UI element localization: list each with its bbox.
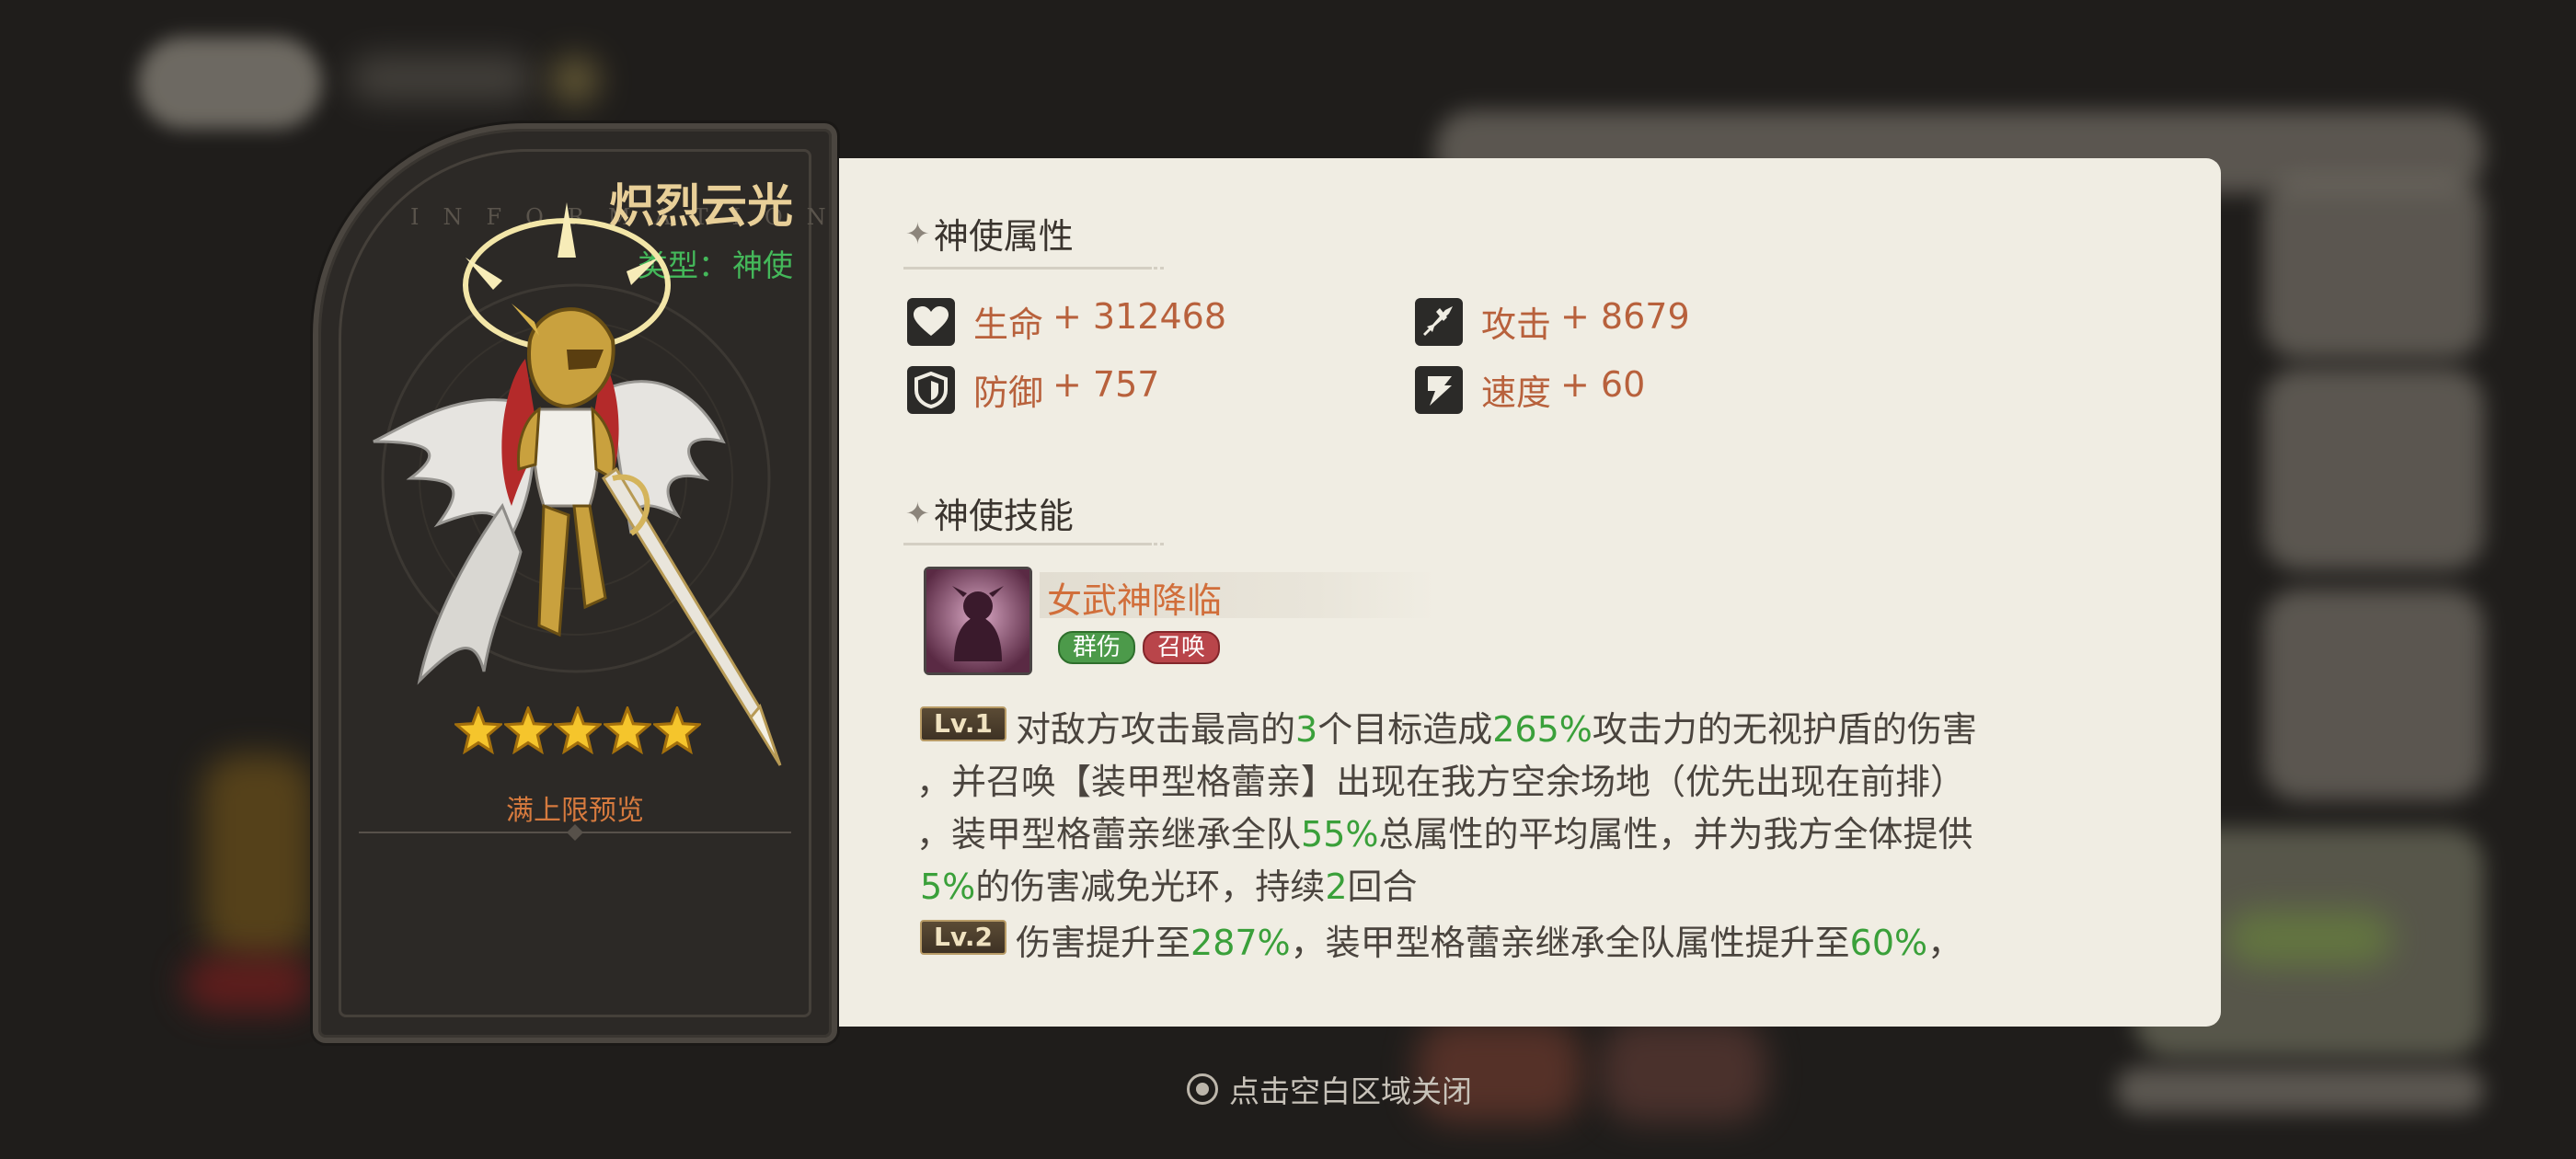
background-red-tag [184,957,313,1012]
stat-attack: 攻击 + 8679 [1415,296,1690,347]
skill-desc-lv2-line1: 伤害提升至287%，装甲型格蕾亲继承全队属性提升至60%， [1016,914,1962,965]
sparkle-icon: ✦ [905,215,930,251]
background-list-card-1 [2263,175,2484,359]
stat-defense: 防御 + 757 [907,364,1159,415]
skill-name: 女武神降临 [1047,580,1223,621]
shield-icon [907,365,955,414]
tag-aoe: 群伤 [1058,631,1136,664]
desc-value: 287% [1190,923,1291,963]
close-hint-text: 点击空白区域关闭 [1229,1073,1472,1109]
stat-attack-label: 攻击 [1481,304,1552,345]
desc-text: ，装甲型格蕾亲继承全队属性提升至 [1290,923,1850,963]
skills-title-text: 神使技能 [933,496,1074,536]
background-badge [552,57,598,103]
hero-star-rating [454,706,701,754]
target-icon [1187,1073,1218,1105]
desc-text: 攻击力的无视护盾的伤害 [1592,709,1977,750]
level-badge-1: Lv.1 [920,706,1006,741]
detail-panel: ✦ 神使属性 生命 + 312468 攻击 + 8679 防御 + 757 速度 + 6… [839,158,2221,1027]
star-icon [554,706,602,754]
background-list-card-3 [2263,589,2484,800]
stat-hp: 生命 + 312468 [907,296,1226,347]
background-bottom-bar [2116,1067,2484,1113]
sparkle-icon: ✦ [905,495,930,531]
desc-value: 55% [1301,814,1379,855]
skill-icon[interactable] [924,567,1032,675]
stat-defense-value: + 757 [1052,364,1160,405]
stat-speed: 速度 + 60 [1415,364,1645,415]
stat-speed-value: + 60 [1560,364,1646,405]
background-item-2 [1601,1021,1766,1122]
stat-defense-label: 防御 [973,373,1044,413]
speed-icon [1415,365,1463,414]
background-list-card-2 [2263,368,2484,570]
desc-text: ，装甲型格蕾亲继承全队 [916,814,1302,855]
background-green-button [2226,911,2392,966]
desc-text: ， [1927,923,1963,963]
close-hint[interactable]: 点击空白区域关闭 [1187,1067,1472,1111]
attributes-title-underline [903,267,1167,270]
desc-text: 个目标造成 [1317,709,1493,750]
level-badge-2: Lv.2 [920,920,1006,955]
background-back-button [138,37,322,129]
desc-value: 60% [1849,923,1928,963]
desc-value: 5% [920,866,976,907]
star-icon [604,706,651,754]
tag-summon: 召唤 [1143,631,1221,664]
desc-text: 伤害提升至 [1016,923,1191,963]
desc-text: 总属性的平均属性，并为我方全体提供 [1378,814,1973,855]
desc-text: 的伤害减免光环，持续 [975,866,1326,907]
max-preview-button[interactable]: 满上限预览 [318,787,832,828]
skills-title-underline [903,543,1167,545]
background-title [350,55,534,101]
stat-hp-label: 生命 [973,304,1044,345]
attributes-section-title: ✦ 神使属性 [905,208,1074,258]
skill-desc-lv1-line2: ，并召唤【装甲型格蕾亲】出现在我方空余场地（优先出现在前排） [916,762,1966,802]
stat-speed-label: 速度 [1481,373,1552,413]
desc-text: 回合 [1347,866,1418,907]
skills-section-title: ✦ 神使技能 [905,488,1074,538]
heart-icon [907,297,955,346]
sword-icon [1415,297,1463,346]
desc-value: 3 [1295,709,1318,750]
attributes-title-text: 神使属性 [933,216,1074,257]
skill-desc-lv1-line3: ，装甲型格蕾亲继承全队55%总属性的平均属性，并为我方全体提供 [916,806,1973,856]
star-icon [504,706,552,754]
star-icon [454,706,502,754]
desc-value: 2 [1325,866,1348,907]
background-left-item [202,754,313,957]
desc-value: 265% [1492,709,1593,750]
skill-desc-lv1-line4: 5%的伤害减免光环，持续2回合 [920,858,1418,909]
divider-diamond-icon [567,824,583,841]
hero-card: INFORMATION 炽烈云光 类型： 神使 满上限预览 [313,123,837,1043]
star-icon [653,706,701,754]
stat-hp-value: + 312468 [1052,296,1226,337]
desc-text: 对敌方攻击最高的 [1016,709,1296,750]
skill-desc-lv1-line1: 对敌方攻击最高的3个目标造成265%攻击力的无视护盾的伤害 [1016,701,1977,752]
stat-attack-value: + 8679 [1560,296,1690,337]
